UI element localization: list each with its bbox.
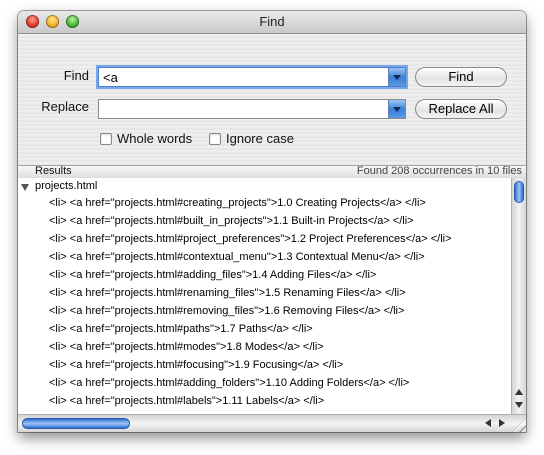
result-row[interactable]: <li> <a href="projects.html#built_in_pro… [49,215,414,233]
result-row[interactable]: <li> <a href="projects.html#modes">1.8 M… [49,341,324,359]
vertical-scrollbar[interactable] [511,178,526,414]
find-combo[interactable]: <a [98,67,406,87]
replace-label: Replace [41,99,89,114]
scroll-left-arrow-icon[interactable] [483,418,494,429]
result-row[interactable]: <li> <a href="projects.html#removing_fil… [49,305,404,323]
scroll-right-arrow-icon[interactable] [496,418,507,429]
result-row[interactable]: <li> <a href="projects.html#project_pref… [49,233,452,251]
scroll-up-arrow-icon[interactable] [514,386,524,398]
result-row[interactable]: <li> <a href="projects.html#contextual_m… [49,251,425,269]
result-row[interactable]: <li> <a href="projects.html#paths">1.7 P… [49,323,313,341]
find-button[interactable]: Find [415,67,507,87]
file-name: projects.html [35,180,98,192]
result-row[interactable]: <li> <a href="projects.html#creating_pro… [49,197,426,215]
find-input[interactable]: <a [103,70,118,85]
result-row[interactable]: <li> <a href="projects.html#labels">1.11… [49,395,324,413]
result-row[interactable]: <li> <a href="projects.html#adding_folde… [49,377,409,395]
horizontal-scrollbar[interactable] [18,414,526,432]
title-bar[interactable]: Find [18,11,526,34]
resize-grip-icon[interactable] [512,418,526,432]
find-window: Find Find <a Find Replace Replace All Wh… [18,11,526,432]
disclosure-triangle-icon[interactable] [21,184,29,191]
window-title: Find [259,14,285,29]
whole-words-label[interactable]: Whole words [117,131,192,146]
ignore-case-checkbox[interactable] [209,133,221,145]
horizontal-scroll-thumb[interactable] [22,418,130,429]
chevron-down-icon[interactable] [388,100,405,118]
find-label: Find [63,68,89,83]
scroll-down-arrow-icon[interactable] [514,399,524,411]
result-row[interactable]: <li> <a href="projects.html#focusing">1.… [49,359,343,377]
vertical-scroll-thumb[interactable] [514,181,524,203]
chevron-down-icon[interactable] [388,68,405,86]
replace-combo[interactable] [98,99,406,119]
result-row[interactable]: <li> <a href="projects.html#renaming_fil… [49,287,406,305]
results-header: Results Found 208 occurrences in 10 file… [18,165,526,179]
result-row[interactable]: <li> <a href="projects.html#adding_files… [49,269,376,287]
results-summary: Found 208 occurrences in 10 files [356,165,522,177]
replace-all-button[interactable]: Replace All [415,99,507,119]
whole-words-checkbox[interactable] [100,133,112,145]
results-list[interactable]: projects.html <li> <a href="projects.htm… [18,178,511,414]
results-label: Results [35,165,72,177]
ignore-case-label[interactable]: Ignore case [226,131,294,146]
find-form: Find <a Find Replace Replace All Whole w… [18,34,526,165]
